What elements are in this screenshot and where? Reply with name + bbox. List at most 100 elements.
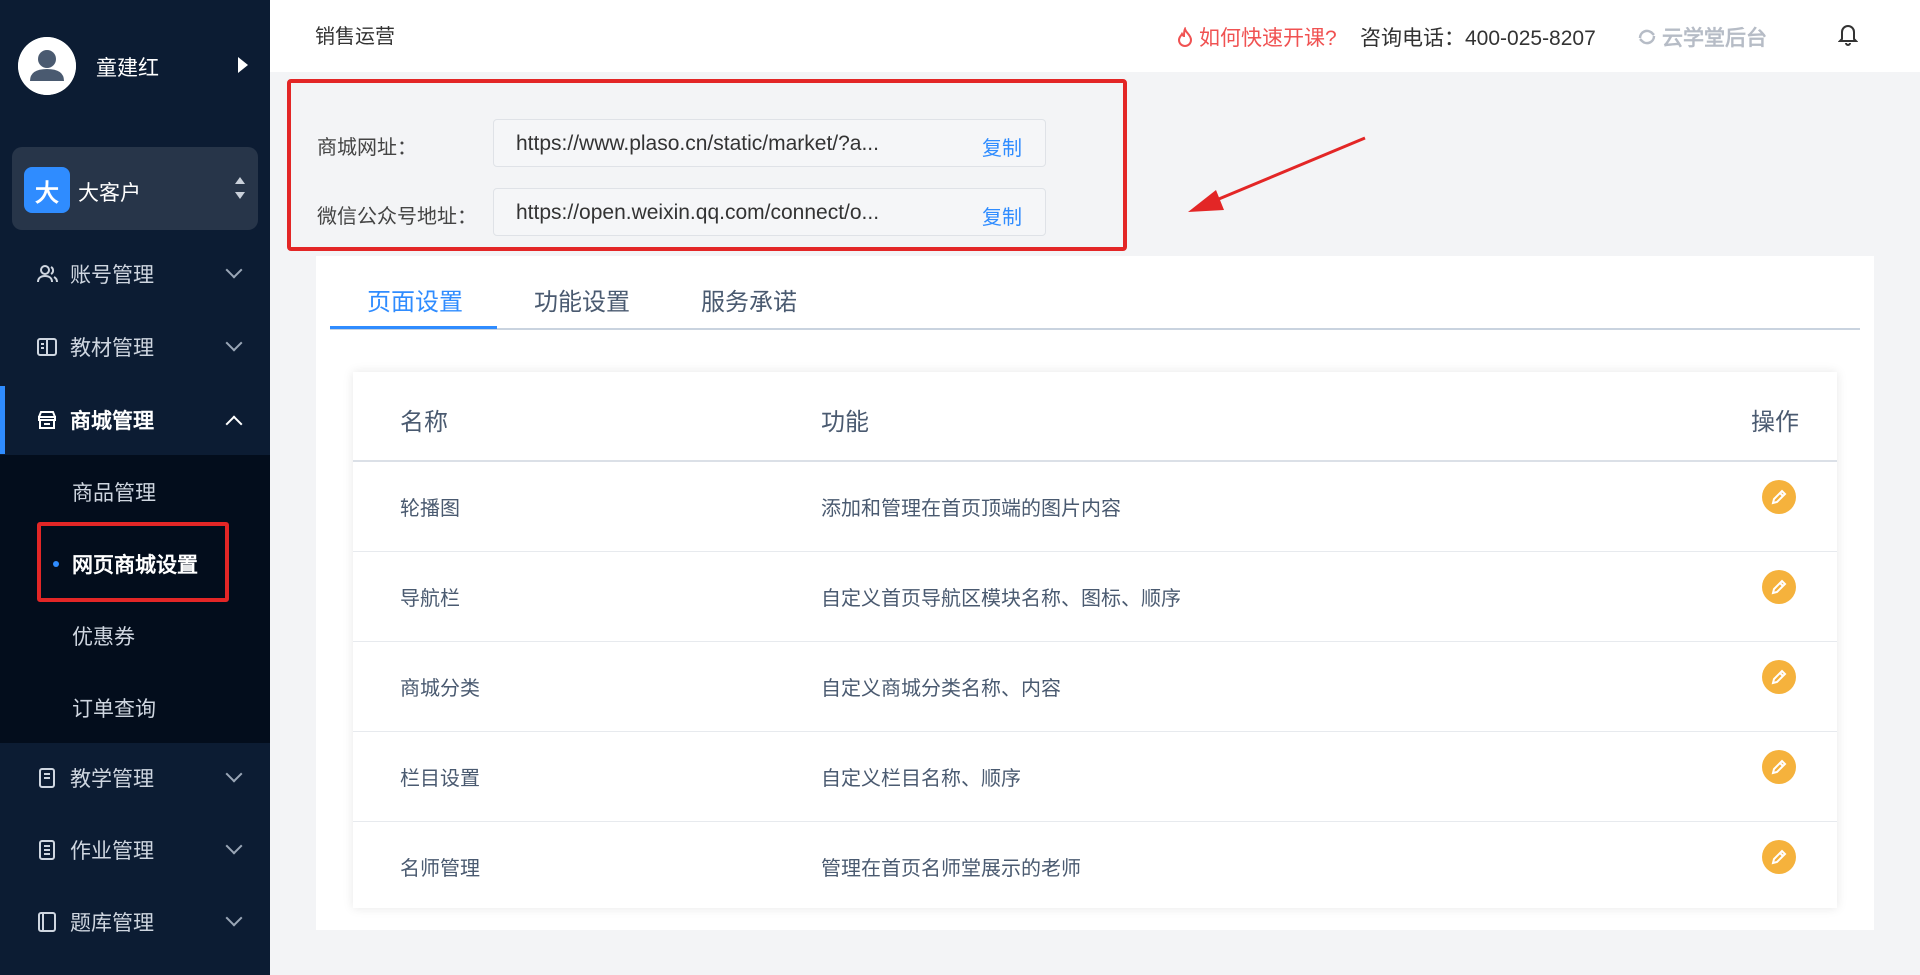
- brand-name: 云学堂后台: [1662, 27, 1767, 50]
- active-tab-indicator: [330, 326, 497, 329]
- table-row: 名师管理 管理在首页名师堂展示的老师: [353, 822, 1837, 912]
- mall-url-row: 商城网址： https://www.plaso.cn/static/market…: [291, 119, 1121, 167]
- submenu-item-web-mall-settings[interactable]: 网页商城设置: [0, 527, 270, 599]
- sidebar-item-label: 作业管理: [70, 840, 154, 863]
- tab-feature-settings[interactable]: 功能设置: [534, 282, 630, 317]
- sidebar-item-homework[interactable]: 作业管理: [0, 816, 270, 884]
- row-name: 商城分类: [400, 678, 480, 700]
- submenu-item-label: 优惠券: [72, 626, 135, 649]
- table-row: 栏目设置 自定义栏目名称、顺序: [353, 732, 1837, 822]
- copy-icon: [36, 911, 58, 933]
- pencil-icon: [1771, 759, 1787, 775]
- row-function: 添加和管理在首页顶端的图片内容: [821, 498, 1121, 520]
- sidebar-item-teaching[interactable]: 教学管理: [0, 744, 270, 812]
- table-row: 轮播图 添加和管理在首页顶端的图片内容: [353, 462, 1837, 552]
- mall-url-label: 商城网址：: [317, 137, 417, 159]
- table-row: 导航栏 自定义首页导航区模块名称、图标、顺序: [353, 552, 1837, 642]
- chevron-down-icon: [225, 909, 243, 927]
- wechat-url-label: 微信公众号地址：: [317, 206, 477, 228]
- quick-start-label: 如何快速开课?: [1199, 27, 1337, 50]
- edit-button[interactable]: [1762, 840, 1796, 874]
- tab-page-settings[interactable]: 页面设置: [367, 282, 463, 317]
- org-switcher[interactable]: 大 大客户: [12, 147, 258, 230]
- row-function: 管理在首页名师堂展示的老师: [821, 858, 1081, 880]
- book-icon: [36, 336, 58, 358]
- column-header-function: 功能: [821, 409, 869, 436]
- brand-logo: 云学堂后台: [1636, 22, 1767, 52]
- flame-icon: [1177, 27, 1193, 47]
- column-header-name: 名称: [400, 409, 448, 436]
- bell-icon[interactable]: [1837, 22, 1859, 51]
- submenu-item-label: 商品管理: [72, 482, 156, 505]
- copy-mall-url-button[interactable]: 复制: [982, 132, 1022, 161]
- user-block[interactable]: 童建红: [0, 0, 270, 135]
- submenu-item-label: 网页商城设置: [72, 554, 198, 577]
- table-row: 商城分类 自定义商城分类名称、内容: [353, 642, 1837, 732]
- pencil-icon: [1771, 489, 1787, 505]
- breadcrumb: 销售运营: [315, 26, 395, 48]
- user-icon: [36, 263, 58, 285]
- chevron-up-icon: [225, 415, 243, 433]
- sidebar-item-question-bank[interactable]: 题库管理: [0, 888, 270, 956]
- pencil-icon: [1771, 669, 1787, 685]
- tab-service-commitment[interactable]: 服务承诺: [701, 282, 797, 317]
- url-panel-highlight: 商城网址： https://www.plaso.cn/static/market…: [287, 79, 1127, 251]
- edit-button[interactable]: [1762, 750, 1796, 784]
- top-header: 销售运营 如何快速开课? 咨询电话：400-025-8207 云学堂后台: [270, 0, 1920, 72]
- chevron-down-icon: [225, 765, 243, 783]
- support-phone: 咨询电话：400-025-8207: [1360, 27, 1596, 50]
- wechat-url-row: 微信公众号地址： https://open.weixin.qq.com/conn…: [291, 188, 1121, 236]
- chevron-down-icon: [225, 334, 243, 352]
- sync-icon: [1638, 29, 1656, 45]
- sidebar-item-label: 题库管理: [70, 912, 154, 935]
- sidebar-item-mall[interactable]: 商城管理: [0, 386, 270, 454]
- sidebar-item-label: 教学管理: [70, 768, 154, 791]
- table-header: 名称 功能 操作: [353, 372, 1837, 462]
- sidebar-item-account[interactable]: 账号管理: [0, 240, 270, 308]
- settings-table: 名称 功能 操作 轮播图 添加和管理在首页顶端的图片内容 导航栏 自定义首页导航…: [353, 372, 1837, 908]
- chevron-down-icon: [225, 837, 243, 855]
- sidebar-item-label: 账号管理: [70, 264, 154, 287]
- user-avatar-icon: [18, 37, 76, 95]
- annotation-arrow: [1188, 136, 1366, 212]
- notebook-icon: [36, 767, 58, 789]
- chevron-down-icon: [225, 261, 243, 279]
- submenu-item-label: 订单查询: [72, 698, 156, 721]
- settings-card: 页面设置 功能设置 服务承诺 名称 功能 操作 轮播图 添加和管理在首页顶端的图…: [316, 256, 1874, 930]
- submenu-mall: 商品管理 网页商城设置 优惠券 订单查询: [0, 455, 270, 743]
- edit-button[interactable]: [1762, 660, 1796, 694]
- avatar: [18, 37, 76, 95]
- sort-switch-icon: [234, 177, 246, 199]
- submenu-item-coupons[interactable]: 优惠券: [0, 599, 270, 671]
- row-name: 栏目设置: [400, 768, 480, 790]
- tab-bar: 页面设置 功能设置 服务承诺: [330, 256, 1860, 330]
- sidebar-item-textbook[interactable]: 教材管理: [0, 313, 270, 381]
- caret-right-icon[interactable]: [238, 57, 248, 73]
- sidebar-item-label: 商城管理: [70, 410, 154, 433]
- org-name: 大客户: [78, 182, 141, 205]
- edit-button[interactable]: [1762, 480, 1796, 514]
- pencil-icon: [1771, 579, 1787, 595]
- submenu-item-orders[interactable]: 订单查询: [0, 671, 270, 743]
- row-function: 自定义栏目名称、顺序: [821, 768, 1021, 790]
- row-name: 轮播图: [400, 498, 460, 520]
- row-name: 名师管理: [400, 858, 480, 880]
- pencil-icon: [1771, 849, 1787, 865]
- column-header-action: 操作: [1751, 409, 1799, 436]
- org-badge: 大: [24, 167, 70, 213]
- mall-url-field[interactable]: https://www.plaso.cn/static/market/?a...…: [493, 119, 1046, 167]
- row-function: 自定义商城分类名称、内容: [821, 678, 1061, 700]
- submenu-item-goods[interactable]: 商品管理: [0, 455, 270, 527]
- sidebar-item-label: 教材管理: [70, 337, 154, 360]
- row-function: 自定义首页导航区模块名称、图标、顺序: [821, 588, 1181, 610]
- list-icon: [36, 839, 58, 861]
- edit-button[interactable]: [1762, 570, 1796, 604]
- active-dot: [53, 561, 59, 567]
- copy-wechat-url-button[interactable]: 复制: [982, 201, 1022, 230]
- wechat-url-value: https://open.weixin.qq.com/connect/o...: [516, 201, 880, 224]
- quick-start-link[interactable]: 如何快速开课?: [1177, 22, 1337, 52]
- wechat-url-field[interactable]: https://open.weixin.qq.com/connect/o... …: [493, 188, 1046, 236]
- sidebar: 童建红 大 大客户 账号管理 教材管理 商城管理 商品管理 网页商城设置 优惠券…: [0, 0, 270, 975]
- mall-url-value: https://www.plaso.cn/static/market/?a...: [516, 132, 879, 155]
- shop-icon: [36, 409, 58, 431]
